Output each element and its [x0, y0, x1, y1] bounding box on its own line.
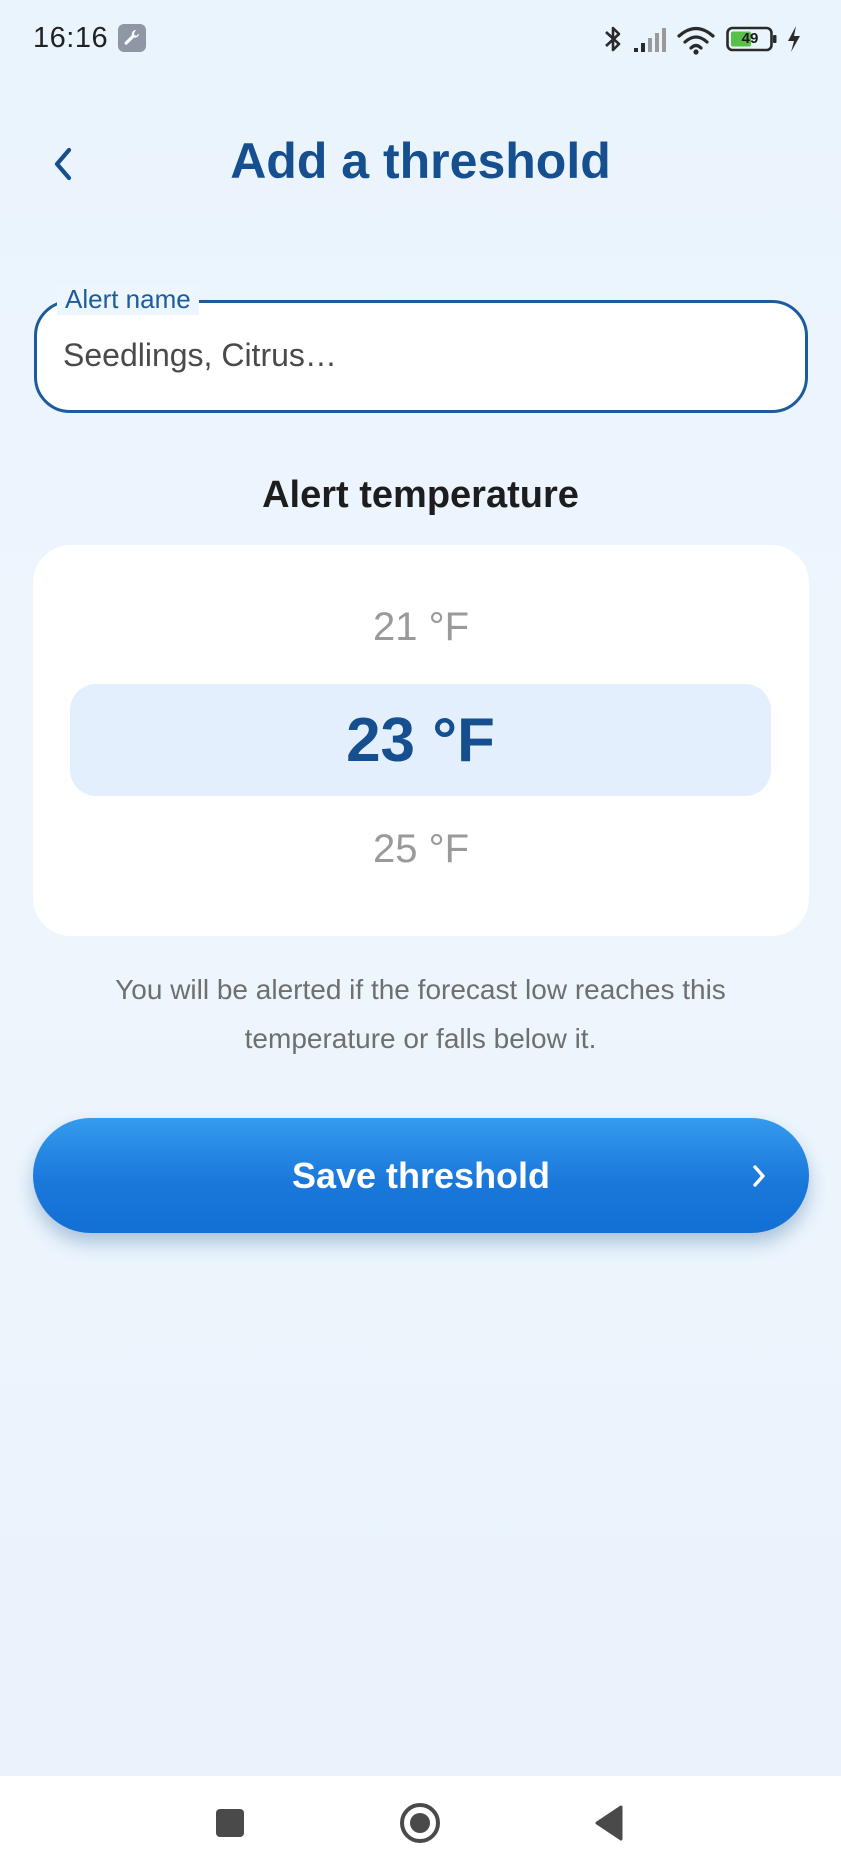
- alert-name-field[interactable]: Alert name: [34, 284, 808, 413]
- charging-icon: [784, 24, 804, 59]
- page-title: Add a threshold: [230, 133, 611, 189]
- back-triangle-icon[interactable]: [585, 1798, 635, 1848]
- battery-icon: 49: [726, 26, 778, 52]
- temperature-option-below[interactable]: 25 °F: [33, 827, 809, 872]
- temperature-option-selected[interactable]: 23 °F: [70, 684, 771, 796]
- wifi-icon: [676, 22, 716, 61]
- save-threshold-button[interactable]: Save threshold: [33, 1118, 809, 1233]
- status-icons: 49: [602, 22, 817, 56]
- status-bar: 16:16 49: [0, 0, 841, 76]
- navigation-bar: [0, 1776, 841, 1870]
- status-time: 16:16: [33, 22, 109, 54]
- battery-level: 49: [741, 30, 759, 47]
- bluetooth-icon: [602, 22, 624, 61]
- helper-text: You will be alerted if the forecast low …: [115, 974, 726, 1054]
- chevron-right-icon: [751, 1163, 767, 1194]
- alert-temperature-title: Alert temperature: [262, 474, 579, 516]
- temperature-option-above[interactable]: 21 °F: [33, 605, 809, 650]
- alert-name-label: Alert name: [57, 284, 199, 315]
- wrench-icon: [118, 24, 146, 52]
- recents-square-icon[interactable]: [205, 1798, 255, 1848]
- signal-icon: [632, 22, 668, 61]
- save-threshold-label: Save threshold: [291, 1154, 551, 1196]
- temperature-picker[interactable]: 21 °F 23 °F 25 °F: [33, 545, 809, 936]
- alert-name-input[interactable]: [63, 327, 763, 383]
- home-circle-icon[interactable]: [395, 1798, 445, 1848]
